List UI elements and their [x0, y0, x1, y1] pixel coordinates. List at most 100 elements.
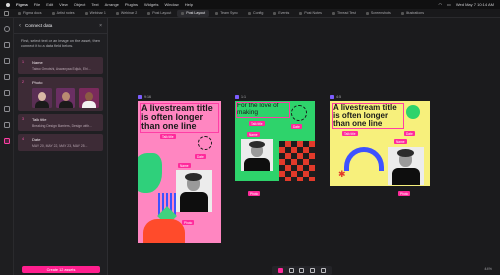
date-pill[interactable]: Date	[404, 131, 415, 136]
menubar: Figma File Edit View Object Text Arrange…	[0, 0, 500, 9]
field-number: 2	[22, 80, 24, 84]
menu-edit[interactable]: Edit	[46, 2, 53, 7]
shape-tool-icon[interactable]	[299, 268, 305, 273]
file-tab[interactable]: Illustrations	[397, 10, 428, 17]
file-icon	[115, 11, 119, 15]
file-icon	[365, 11, 369, 15]
tab-label: Webinar 1	[89, 11, 106, 15]
photo-pill[interactable]: Photo	[182, 220, 195, 225]
file-tab[interactable]: Thread Test	[328, 10, 360, 17]
file-icon	[247, 11, 251, 15]
menu-app[interactable]: Figma	[16, 2, 28, 7]
home-icon[interactable]	[4, 10, 9, 16]
data-field-name[interactable]: 1 Name Taiwo Omotshi, Aswanyaa Edjuk, Eh…	[18, 57, 103, 74]
file-tab[interactable]: Figma docs	[14, 10, 46, 17]
menu-plugins[interactable]: Plugins	[125, 2, 138, 7]
menubar-status: ◠ ▭ Wed May 7 10:14 AM	[439, 2, 494, 7]
date-pill[interactable]: Date	[195, 154, 206, 159]
name-pill[interactable]: Name	[178, 163, 191, 168]
tab-label: Post Layout	[186, 11, 206, 15]
battery-icon[interactable]: ▭	[447, 2, 451, 7]
wifi-icon[interactable]: ◠	[439, 2, 443, 7]
photo-body	[58, 101, 73, 108]
frame-label-text: 9:16	[144, 95, 151, 99]
menu-view[interactable]: View	[59, 2, 68, 7]
photo-pill[interactable]: Photo	[398, 191, 411, 196]
portrait-hair	[397, 149, 414, 157]
canvas[interactable]: 9:16 A livestream title is often longer …	[108, 18, 500, 265]
apple-icon[interactable]	[6, 2, 10, 7]
menu-help[interactable]: Help	[185, 2, 193, 7]
zoom-level[interactable]: 44%	[484, 267, 492, 271]
file-tab[interactable]: Artist notes	[48, 10, 79, 17]
menu-file[interactable]: File	[34, 2, 40, 7]
field-name: Name	[32, 60, 43, 65]
create-assets-button[interactable]: Create 12 assets	[22, 266, 100, 273]
frame-label[interactable]: 1:1	[235, 95, 246, 99]
tab-label: Figma docs	[23, 11, 42, 15]
file-tab-active[interactable]: Post Layout	[177, 9, 210, 17]
menu-arrange[interactable]: Arrange	[105, 2, 119, 7]
tab-label: Artist notes	[56, 11, 75, 15]
pen-tool-icon[interactable]	[310, 268, 316, 273]
portrait-photo[interactable]	[241, 139, 273, 171]
plugin-icon[interactable]	[3, 122, 10, 128]
file-tab[interactable]: Events	[269, 10, 293, 17]
file-tab[interactable]: Webinar 1	[81, 10, 110, 17]
red-blob-shape	[143, 219, 185, 243]
menu-widgets[interactable]: Widgets	[144, 2, 158, 7]
talk-title-pill[interactable]: Talk title	[342, 131, 358, 136]
selection-outline	[332, 103, 404, 129]
file-tab[interactable]: Post Notes	[295, 10, 326, 17]
tab-label: Illustrations	[405, 11, 425, 15]
file-tab[interactable]: Team Sync	[211, 10, 242, 17]
file-tab[interactable]: Post Layout	[143, 10, 175, 17]
file-icon	[273, 11, 277, 15]
portrait-photo[interactable]	[388, 147, 424, 185]
portrait-body	[180, 192, 208, 212]
field-name: Talk title	[32, 117, 47, 122]
data-field-talk-title[interactable]: 3 Talk title Breaking Design Barriers, D…	[18, 114, 103, 131]
field-value: Taiwo Omotshi, Aswanyaa Edjuk, Ehi...	[32, 67, 91, 71]
frame-4-5[interactable]: A livestream title is often longer than …	[330, 101, 430, 186]
chevron-left-icon[interactable]: ‹	[19, 23, 21, 29]
photo-body	[35, 101, 49, 108]
file-tab[interactable]: Screenshots	[362, 10, 395, 17]
image-icon[interactable]	[3, 90, 10, 96]
menu-text[interactable]: Text	[91, 2, 98, 7]
date-pill[interactable]: Date	[291, 124, 302, 129]
frame-label[interactable]: 4:5	[330, 95, 341, 99]
name-pill[interactable]: Name	[247, 132, 260, 137]
figma-logo-icon[interactable]	[3, 26, 10, 32]
layers-icon[interactable]	[3, 42, 10, 48]
frame-label[interactable]: 9:16	[138, 95, 151, 99]
move-tool-icon[interactable]	[277, 268, 283, 273]
photo-head	[61, 92, 70, 101]
file-tab[interactable]: Config	[244, 10, 267, 17]
talk-title-pill[interactable]: Talk title	[249, 121, 265, 126]
frame-icon	[330, 95, 334, 99]
frame-1-1[interactable]: For the love of making Talk title Date N…	[235, 101, 315, 181]
clock[interactable]: Wed May 7 10:14 AM	[456, 2, 494, 7]
data-connect-icon[interactable]	[3, 138, 10, 144]
text-icon[interactable]	[3, 74, 10, 80]
frame-9-16[interactable]: A livestream title is often longer than …	[138, 101, 221, 243]
file-tab[interactable]: Webinar 2	[112, 10, 141, 17]
data-field-date[interactable]: 4 Date MAY 20, MAY 22, MAY 23, MAY 25...	[18, 134, 103, 151]
frame-tool-icon[interactable]	[288, 268, 294, 273]
close-icon[interactable]: ×	[99, 23, 102, 29]
data-field-photo[interactable]: 2 Photo	[18, 77, 103, 111]
name-pill[interactable]: Name	[394, 139, 407, 144]
photo-pill[interactable]: Photo	[248, 191, 261, 196]
menu-window[interactable]: Window	[164, 2, 178, 7]
portrait-hair	[185, 173, 202, 181]
portrait-photo[interactable]	[176, 170, 212, 212]
tab-label: Team Sync	[220, 11, 238, 15]
assets-icon[interactable]	[3, 58, 10, 64]
checker-shape	[279, 141, 315, 181]
menu-object[interactable]: Object	[74, 2, 86, 7]
talk-title-pill[interactable]: Talk title	[160, 134, 176, 139]
frame-label-text: 1:1	[241, 95, 246, 99]
text-tool-icon[interactable]	[321, 268, 327, 273]
component-icon[interactable]	[3, 106, 10, 112]
